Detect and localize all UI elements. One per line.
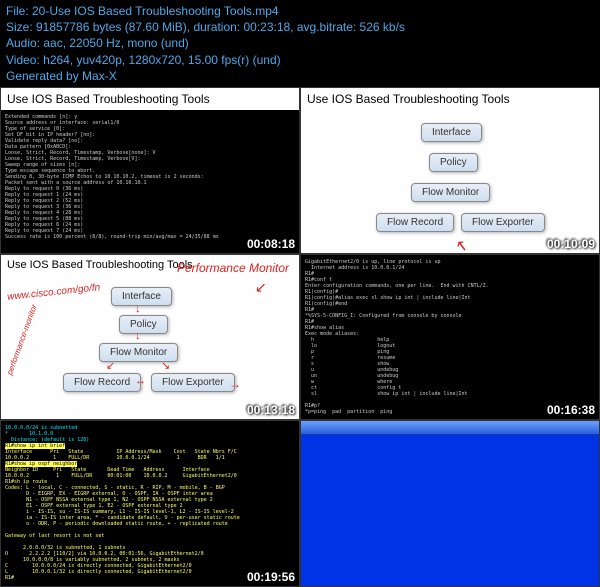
audio-line: Audio: aac, 22050 Hz, mono (und) — [6, 35, 594, 51]
box-flow-monitor: Flow Monitor — [411, 183, 490, 202]
thumb-4-terminal: GigabitEthernet2/0 is up, line protocol … — [301, 255, 599, 420]
thumbnail-grid: Use IOS Based Troubleshooting Tools Exte… — [0, 87, 600, 587]
media-info-header: File: 20-Use IOS Based Troubleshooting T… — [0, 0, 600, 87]
box-interface: Interface — [111, 287, 172, 306]
thumb-3-timestamp: 00:13:18 — [247, 403, 295, 417]
thumb-4: GigabitEthernet2/0 is up, line protocol … — [300, 254, 600, 421]
box-flow-exporter: Flow Exporter — [151, 373, 235, 392]
red-arrow-icon: ↙ — [255, 279, 267, 296]
cursor-arrow-icon: ↖ — [454, 236, 467, 254]
box-policy: Policy — [429, 153, 478, 172]
thumb-6 — [300, 420, 600, 587]
thumb-5: 10.0.0.0/24 is subnetted * 10.1.0.0 Dist… — [0, 420, 300, 587]
file-line: File: 20-Use IOS Based Troubleshooting T… — [6, 3, 594, 19]
side-annotation: performance-monitor — [5, 303, 39, 376]
box-flow-record: Flow Record — [63, 373, 141, 392]
box-flow-exporter: Flow Exporter — [461, 213, 545, 232]
thumb-3: Use IOS Based Troubleshooting Tools Perf… — [0, 254, 300, 421]
red-arrow-icon: ↘ — [161, 359, 170, 372]
thumb-1-title: Use IOS Based Troubleshooting Tools — [1, 88, 299, 110]
red-arrow-icon: ↓ — [135, 330, 141, 342]
performance-monitor-label: Performance Monitor — [177, 261, 289, 275]
thumb-2-timestamp: 00:10:09 — [547, 237, 595, 251]
thumb-1-timestamp: 00:08:18 — [247, 237, 295, 251]
url-annotation: www.cisco.com/go/fn — [7, 282, 101, 303]
thumb-5-timestamp: 00:19:56 — [247, 570, 295, 584]
red-arrow-icon: ↙ — [106, 359, 115, 372]
blue-desktop — [301, 421, 599, 586]
thumb-1-terminal: Extended commands [n]: y Source address … — [1, 110, 299, 253]
video-line: Video: h264, yuv420p, 1280x720, 15.00 fp… — [6, 52, 594, 68]
window-titlebar — [301, 421, 599, 435]
red-arrow-icon: → — [229, 377, 241, 391]
thumb-4-timestamp: 00:16:38 — [547, 403, 595, 417]
box-policy: Policy — [119, 315, 168, 334]
thumb-2: Use IOS Based Troubleshooting Tools Inte… — [300, 87, 600, 254]
thumb-5-terminal: 10.0.0.0/24 is subnetted * 10.1.0.0 Dist… — [1, 421, 299, 586]
red-arrow-icon: ↓ — [135, 303, 141, 315]
thumb-1: Use IOS Based Troubleshooting Tools Exte… — [0, 87, 300, 254]
red-arrow-icon: ↔ — [135, 375, 146, 387]
box-interface: Interface — [421, 123, 482, 142]
generated-line: Generated by Max-X — [6, 68, 594, 84]
box-flow-record: Flow Record — [376, 213, 454, 232]
size-line: Size: 91857786 bytes (87.60 MiB), durati… — [6, 19, 594, 35]
thumb-2-title: Use IOS Based Troubleshooting Tools — [301, 88, 599, 110]
